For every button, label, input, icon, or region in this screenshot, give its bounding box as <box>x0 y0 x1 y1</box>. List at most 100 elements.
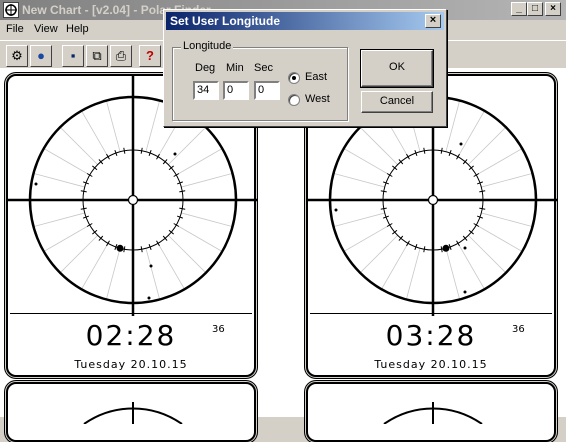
radial-line <box>176 148 223 176</box>
tick-mark <box>123 246 126 253</box>
min-label: Min <box>226 62 244 74</box>
star-dot <box>463 290 467 294</box>
polar-reticle-3 <box>83 402 183 424</box>
radial-line <box>145 100 161 152</box>
min-input[interactable]: 0 <box>223 81 249 100</box>
tick-mark <box>456 240 460 247</box>
set-longitude-dialog: Set User Longitude × Longitude Deg Min S… <box>163 9 447 127</box>
globe-icon[interactable]: ● <box>30 45 52 67</box>
radial-line <box>81 110 109 157</box>
radial-line <box>33 212 85 228</box>
radial-line <box>43 224 90 252</box>
radial-line <box>343 224 390 252</box>
tick-mark <box>173 173 180 177</box>
tick-mark <box>479 207 486 210</box>
center-marker <box>427 194 439 206</box>
east-label[interactable]: East <box>305 71 327 83</box>
date-readout: Tuesday 20.10.15 <box>74 358 188 371</box>
radial-line <box>333 172 385 188</box>
radial-line <box>176 224 223 252</box>
radial-line <box>359 126 398 165</box>
menu-view[interactable]: View <box>34 23 58 35</box>
deg-input[interactable]: 34 <box>193 81 219 100</box>
star-dot <box>147 296 151 300</box>
radial-line <box>157 243 185 290</box>
radial-line <box>476 148 523 176</box>
menu-help[interactable]: Help <box>66 23 89 35</box>
polar-reticle-4 <box>383 402 483 424</box>
tick-mark <box>380 190 387 193</box>
sec-input[interactable]: 0 <box>254 81 280 100</box>
help-icon[interactable]: ? <box>139 45 161 67</box>
tick-mark <box>423 147 426 154</box>
polaris-marker <box>116 244 124 252</box>
tick-mark <box>80 190 87 193</box>
radial-line <box>59 235 98 274</box>
tick-mark <box>423 246 426 253</box>
seconds-readout: 36 <box>512 324 525 335</box>
west-radio[interactable] <box>288 94 300 106</box>
settings-icon[interactable]: ⚙ <box>6 45 28 67</box>
radial-line <box>445 248 461 300</box>
dialog-title: Set User Longitude <box>170 14 281 28</box>
west-label[interactable]: West <box>305 93 330 105</box>
radial-line <box>405 248 421 300</box>
radial-line <box>476 224 523 252</box>
tick-mark <box>473 173 480 177</box>
tick-mark <box>140 147 143 154</box>
tick-mark <box>86 223 93 227</box>
radial-line <box>145 248 161 300</box>
radial-line <box>33 172 85 188</box>
radial-line <box>43 148 90 176</box>
deg-label: Deg <box>195 62 216 74</box>
copy-icon[interactable]: ⧉ <box>86 45 108 67</box>
tick-mark <box>406 240 410 247</box>
radial-line <box>105 100 121 152</box>
cancel-button[interactable]: Cancel <box>361 91 433 113</box>
dialog-close-button[interactable]: × <box>425 14 441 28</box>
panel-divider <box>10 313 252 314</box>
tick-mark <box>473 223 480 227</box>
menu-file[interactable]: File <box>6 23 24 35</box>
polar-panel-4 <box>306 382 556 442</box>
tick-mark <box>179 207 186 210</box>
radial-line <box>468 126 507 165</box>
tick-mark <box>80 207 87 210</box>
east-radio[interactable] <box>288 72 300 84</box>
tick-mark <box>156 153 160 160</box>
radial-line <box>168 235 207 274</box>
polaris-marker <box>442 244 450 252</box>
maximize-button[interactable]: □ <box>527 2 543 16</box>
longitude-group: Longitude Deg Min Sec 34 0 0 East West <box>172 40 348 121</box>
star-dot <box>463 246 467 250</box>
close-button[interactable]: × <box>545 2 561 16</box>
tick-mark <box>86 173 93 177</box>
tick-mark <box>179 190 186 193</box>
radial-line <box>481 212 533 228</box>
radial-line <box>481 172 533 188</box>
radial-line <box>445 100 461 152</box>
print-icon[interactable]: ⎙ <box>110 45 132 67</box>
tick-mark <box>456 153 460 160</box>
dialog-title-bar[interactable]: Set User Longitude × <box>166 12 444 30</box>
tick-mark <box>173 223 180 227</box>
app-icon[interactable] <box>3 2 19 18</box>
tick-mark <box>140 246 143 253</box>
ok-button[interactable]: OK <box>360 49 434 88</box>
seconds-readout: 36 <box>212 324 225 335</box>
tick-mark <box>386 223 393 227</box>
tick-mark <box>440 147 443 154</box>
tick-mark <box>479 190 486 193</box>
tick-mark <box>380 207 387 210</box>
minimize-button[interactable]: _ <box>511 2 527 16</box>
star-dot <box>149 264 153 268</box>
polar-panel-3 <box>6 382 256 442</box>
star-dot <box>173 152 177 156</box>
tick-mark <box>440 246 443 253</box>
save-icon[interactable]: ▪ <box>62 45 84 67</box>
radial-line <box>381 243 409 290</box>
tick-mark <box>123 147 126 154</box>
radial-line <box>59 126 98 165</box>
date-readout: Tuesday 20.10.15 <box>374 358 488 371</box>
radial-line <box>468 235 507 274</box>
